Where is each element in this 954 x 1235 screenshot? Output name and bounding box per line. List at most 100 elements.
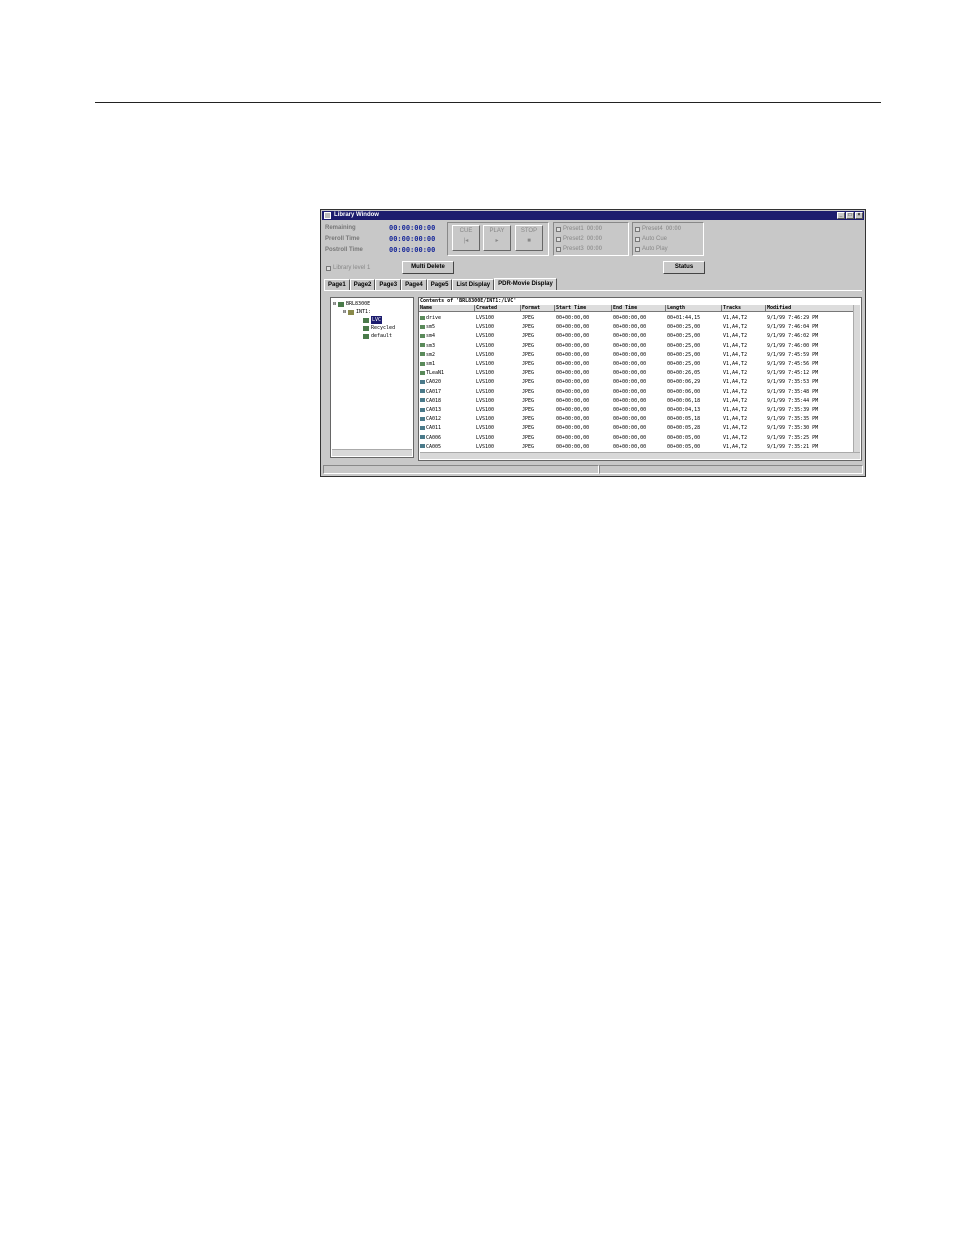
- cell-modified: 9/1/99 7:35:30 PM: [767, 425, 819, 432]
- cell-modified: 9/1/99 7:46:02 PM: [767, 333, 819, 340]
- cell-format: JPEG: [522, 425, 535, 432]
- clip-name: sm4: [426, 333, 436, 340]
- cell-created: LVS100: [476, 416, 495, 423]
- clip-name: CA005: [426, 443, 442, 450]
- checkbox-box: [635, 246, 640, 252]
- preset2-checkbox[interactable]: Preset2 00:00: [556, 234, 626, 244]
- table-row[interactable]: CA013 LVS100 JPEG 00+00:00,00 00+00:00,00 00+…: [419, 406, 857, 415]
- table-row[interactable]: sm4 LVS100 JPEG 00+00:00,00 00+00:00,00 00+00…: [419, 332, 857, 341]
- cell-end-time: 00+00:00,00: [613, 416, 647, 423]
- table-row[interactable]: CA017 LVS100 JPEG 00+00:00,00 00+00:00,00 00+…: [419, 388, 857, 397]
- cell-created: LVS100: [476, 397, 495, 404]
- cue-button[interactable]: CUE |◂: [452, 225, 480, 251]
- cell-name: CA017: [419, 388, 475, 397]
- clip-name: CA013: [426, 407, 442, 413]
- preset4-value: 00:00: [665, 226, 682, 232]
- table-row[interactable]: CA020 LVS100 JPEG 00+00:00,00 00+00:00,00 00+…: [419, 378, 857, 387]
- list-path: Contents of 'BRL8300E/INT1:/LVC': [420, 298, 517, 304]
- table-row[interactable]: CA011 LVS100 JPEG 00+00:00,00 00+00:00,00 00+…: [419, 424, 857, 433]
- tab-page3[interactable]: Page3: [375, 279, 402, 290]
- play-label: PLAY: [489, 228, 505, 234]
- preset1-checkbox[interactable]: Preset1 00:00: [556, 224, 626, 234]
- col-name[interactable]: Name: [419, 305, 475, 312]
- tab-page1[interactable]: Page1: [324, 279, 350, 290]
- tree-horizontal-scrollbar[interactable]: [332, 449, 412, 456]
- tab-page4[interactable]: Page4: [401, 279, 427, 290]
- cell-length: 00+00:25,00: [667, 342, 701, 349]
- cell-modified: 9/1/99 7:46:00 PM: [767, 342, 819, 349]
- clip-icon: [420, 333, 425, 338]
- clip-list[interactable]: Contents of 'BRL8300E/INT1:/LVC' Name Cr…: [418, 297, 862, 461]
- multi-delete-button[interactable]: Multi Delete: [402, 261, 454, 274]
- cell-created: LVS100: [476, 443, 495, 450]
- tree-item-brl8300e[interactable]: ⊟ BRL8300E: [333, 300, 370, 308]
- clip-icon: [420, 435, 425, 440]
- stop-button[interactable]: STOP ■: [515, 225, 543, 251]
- minimize-button[interactable]: _: [837, 212, 845, 219]
- cell-format: JPEG: [522, 379, 535, 386]
- cell-created: LVS100: [476, 388, 495, 395]
- cell-length: 00+00:05,00: [667, 434, 701, 441]
- cell-tracks: V1,A4,T2: [723, 443, 748, 450]
- list-horizontal-scrollbar[interactable]: [420, 452, 860, 459]
- cell-start-time: 00+00:00,00: [556, 370, 590, 377]
- table-row[interactable]: sm5 LVS100 JPEG 00+00:00,00 00+00:00,00 00+00…: [419, 323, 857, 332]
- cell-length: 00+00:25,00: [667, 324, 701, 331]
- table-row[interactable]: sm1 LVS100 JPEG 00+00:00,00 00+00:00,00 00+00…: [419, 360, 857, 369]
- table-row[interactable]: CA006 LVS100 JPEG 00+00:00,00 00+00:00,00 00+…: [419, 434, 857, 443]
- maximize-button[interactable]: □: [846, 212, 854, 219]
- tree-item-int1[interactable]: ⊟ INT1:: [343, 308, 371, 316]
- tab-page5[interactable]: Page5: [426, 279, 453, 290]
- col-modified[interactable]: Modified: [766, 305, 857, 312]
- table-row[interactable]: CA012 LVS100 JPEG 00+00:00,00 00+00:00,00 00+…: [419, 415, 857, 424]
- tree-item-recycled[interactable]: Recycled: [363, 324, 395, 332]
- auto-play-checkbox[interactable]: Auto Play: [635, 244, 701, 254]
- preset3-checkbox[interactable]: Preset3 00:00: [556, 244, 626, 254]
- col-end-time[interactable]: End Time: [612, 305, 666, 312]
- preset4-checkbox[interactable]: Preset4 00:00: [635, 224, 701, 234]
- title-bar[interactable]: Library Window _ □ ×: [322, 211, 864, 220]
- cell-modified: 9/1/99 7:35:39 PM: [767, 407, 819, 413]
- close-button[interactable]: ×: [855, 212, 863, 219]
- tree-item-label: LVC: [371, 316, 383, 324]
- col-created[interactable]: Created: [475, 305, 521, 312]
- cell-end-time: 00+00:00,00: [613, 434, 647, 441]
- col-length[interactable]: Length: [666, 305, 722, 312]
- bin-icon: [363, 317, 369, 323]
- cell-start-time: 00+00:00,00: [556, 416, 590, 423]
- tree-item-lvc[interactable]: LVC: [363, 316, 383, 324]
- tab-list-display[interactable]: List Display: [452, 279, 495, 290]
- table-row[interactable]: sm3 LVS100 JPEG 00+00:00,00 00+00:00,00 00+00…: [419, 342, 857, 351]
- app-icon: [324, 212, 331, 219]
- cell-created: LVS100: [476, 342, 495, 349]
- library-level-checkbox[interactable]: Library level 1: [326, 263, 370, 273]
- cell-modified: 9/1/99 7:35:21 PM: [767, 443, 819, 450]
- table-row[interactable]: drive LVS100 JPEG 00+00:00,00 00+00:00,00 00+…: [419, 314, 857, 323]
- col-start-time[interactable]: Start Time: [555, 305, 612, 312]
- play-button[interactable]: PLAY ▸: [483, 225, 511, 251]
- cell-start-time: 00+00:00,00: [556, 425, 590, 432]
- tab-pdr-movie-display[interactable]: PDR-Movie Display: [494, 278, 557, 290]
- cell-name: sm4: [419, 332, 475, 341]
- cell-name: sm3: [419, 342, 475, 351]
- collapse-icon[interactable]: ⊟: [333, 300, 336, 308]
- table-row[interactable]: CA018 LVS100 JPEG 00+00:00,00 00+00:00,00 00+…: [419, 397, 857, 406]
- tree-item-label: Recycled: [371, 325, 396, 331]
- tab-page2[interactable]: Page2: [349, 279, 376, 290]
- collapse-icon[interactable]: ⊟: [343, 308, 346, 316]
- table-row[interactable]: TLeaN1 LVS100 JPEG 00+00:00,00 00+00:00,00 00…: [419, 369, 857, 378]
- cell-format: JPEG: [522, 416, 535, 423]
- table-row[interactable]: CA005 LVS100 JPEG 00+00:00,00 00+00:00,00 00+…: [419, 443, 857, 452]
- folder-tree[interactable]: ⊟ BRL8300E ⊟ INT1: LVC Recycled default: [330, 297, 414, 458]
- status-button[interactable]: Status: [663, 261, 705, 274]
- col-format[interactable]: Format: [521, 305, 555, 312]
- tree-item-default[interactable]: default: [363, 332, 392, 340]
- list-vertical-scrollbar[interactable]: [853, 305, 860, 453]
- clip-icon: [420, 444, 425, 449]
- table-row[interactable]: sm2 LVS100 JPEG 00+00:00,00 00+00:00,00 00+00…: [419, 351, 857, 360]
- col-tracks[interactable]: Tracks: [722, 305, 766, 312]
- drive-icon: [338, 301, 345, 307]
- auto-cue-checkbox[interactable]: Auto Cue: [635, 234, 701, 244]
- cell-end-time: 00+00:00,00: [613, 425, 647, 432]
- checkbox-box: [635, 236, 640, 242]
